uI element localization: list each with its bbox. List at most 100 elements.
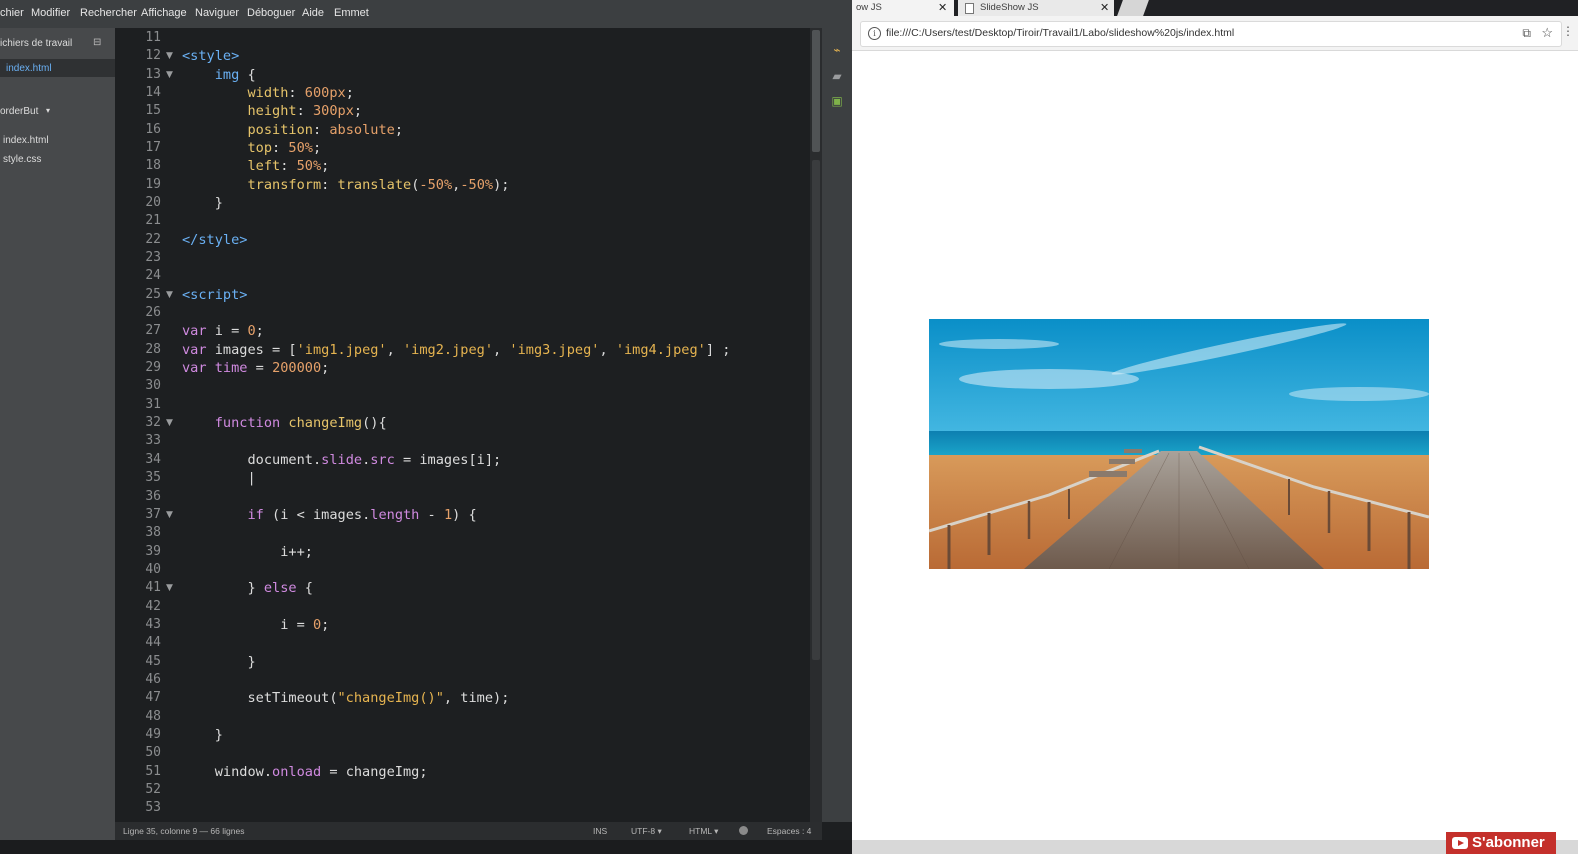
line-number: 23 xyxy=(145,250,161,266)
code-line: setTimeout("changeImg()", time); xyxy=(182,690,510,707)
live-preview-icon[interactable]: ⌁ xyxy=(830,44,844,56)
tab-close-icon[interactable]: ✕ xyxy=(938,1,947,14)
info-icon[interactable]: i xyxy=(868,27,881,40)
fold-toggle-icon[interactable]: ▼ xyxy=(166,290,173,300)
line-number: 46 xyxy=(145,671,161,687)
line-number: 51 xyxy=(145,763,161,779)
line-number: 22 xyxy=(145,231,161,247)
project-file-style[interactable]: style.css xyxy=(3,154,41,165)
tab-slideshow-previous[interactable]: ow JS ✕ xyxy=(852,0,954,16)
address-bar[interactable]: i file:///C:/Users/test/Desktop/Tiroir/T… xyxy=(860,21,1562,47)
status-bar: Ligne 35, colonne 9 — 66 lignes INS UTF-… xyxy=(115,822,822,840)
taskbar-strip xyxy=(0,840,852,854)
working-files-header: ichiers de travail xyxy=(0,38,73,49)
editor-scrollbar-thumb-secondary xyxy=(812,160,820,660)
line-number: 52 xyxy=(145,781,161,797)
editor-scrollbar-thumb[interactable] xyxy=(812,30,820,152)
code-line: } xyxy=(182,653,256,670)
new-tab-button[interactable] xyxy=(1117,0,1149,16)
tab-strip: ow JS ✕ SlideShow JS ✕ xyxy=(852,0,1578,16)
subscribe-button[interactable]: S'abonner xyxy=(1446,832,1556,854)
language-select[interactable]: HTML ▾ xyxy=(689,826,718,837)
encoding-select[interactable]: UTF-8 ▾ xyxy=(631,826,662,837)
indent-setting[interactable]: Espaces : 4 xyxy=(767,826,811,836)
right-toolbar: ⌁ ▰ ▣ xyxy=(822,28,852,822)
linter-status-icon[interactable] xyxy=(739,826,748,835)
code-line: left: 50%; xyxy=(247,158,330,175)
subscribe-label: S'abonner xyxy=(1472,834,1545,851)
tab-close-icon[interactable]: ✕ xyxy=(1100,1,1109,14)
menu-help[interactable]: Aide xyxy=(302,7,324,19)
working-file-index[interactable]: index.html xyxy=(6,63,52,74)
code-editor-window: chier Modifier Rechercher Affichage Navi… xyxy=(0,0,852,854)
split-view-icon[interactable]: ⊟ xyxy=(93,37,101,48)
line-number: 38 xyxy=(145,525,161,541)
line-number: 21 xyxy=(145,213,161,229)
line-number: 12 xyxy=(145,48,161,64)
menu-file[interactable]: chier xyxy=(0,7,24,19)
line-number: 53 xyxy=(145,800,161,816)
menu-edit[interactable]: Modifier xyxy=(31,7,70,19)
code-line: document.slide.src = images[i]; xyxy=(182,451,502,468)
menu-view[interactable]: Affichage xyxy=(141,7,187,19)
fold-toggle-icon[interactable]: ▼ xyxy=(166,510,173,520)
fold-toggle-icon[interactable]: ▼ xyxy=(166,70,173,80)
line-number: 34 xyxy=(145,451,161,467)
line-number-gutter: 11 12 ▼ 13 ▼ 14 15 16 17 18 19 20 21 22 23 24 25 ▼ 26 27 28 2… xyxy=(115,28,175,822)
code-line: } else { xyxy=(182,580,313,597)
menu-search[interactable]: Rechercher xyxy=(80,7,137,19)
project-file-index[interactable]: index.html xyxy=(3,135,49,146)
browser-window: ow JS ✕ SlideShow JS ✕ i file:///C:/User… xyxy=(852,0,1578,854)
line-number: 29 xyxy=(145,360,161,376)
project-name[interactable]: orderBut xyxy=(0,106,38,117)
menu-debug[interactable]: Déboguer xyxy=(247,7,295,19)
tab-title: SlideShow JS xyxy=(980,2,1039,13)
code-line: if (i < images.length - 1) { xyxy=(247,506,477,523)
fold-toggle-icon[interactable]: ▼ xyxy=(166,51,173,61)
code-line: transform: translate(-50%,-50%); xyxy=(247,176,510,193)
line-number: 30 xyxy=(145,378,161,394)
line-number: 28 xyxy=(145,341,161,357)
line-number: 43 xyxy=(145,616,161,632)
translate-icon[interactable]: ⧉ xyxy=(1522,26,1531,41)
page-icon xyxy=(965,3,974,14)
code-line: i++; xyxy=(182,543,313,560)
insert-mode[interactable]: INS xyxy=(593,826,607,836)
line-number: 33 xyxy=(145,433,161,449)
beach-boardwalk-picture xyxy=(929,319,1429,569)
line-number: 31 xyxy=(145,396,161,412)
line-number: 45 xyxy=(145,653,161,669)
cursor-position: Ligne 35, colonne 9 — 66 lignes xyxy=(123,826,245,836)
line-number: 36 xyxy=(145,488,161,504)
tab-slideshow[interactable]: SlideShow JS ✕ xyxy=(958,0,1114,16)
line-number: 25 xyxy=(145,286,161,302)
line-number: 27 xyxy=(145,323,161,339)
line-number: 49 xyxy=(145,726,161,742)
browser-toolbar: i file:///C:/Users/test/Desktop/Tiroir/T… xyxy=(852,16,1578,51)
line-number: 16 xyxy=(145,121,161,137)
code-line: </style> xyxy=(182,231,248,248)
fold-toggle-icon[interactable]: ▼ xyxy=(166,418,173,428)
line-number: 50 xyxy=(145,745,161,761)
extension-manager-icon[interactable]: ▰ xyxy=(830,70,844,82)
slideshow-image xyxy=(929,319,1429,569)
project-dropdown-icon[interactable]: ▾ xyxy=(46,106,50,115)
url-text[interactable]: file:///C:/Users/test/Desktop/Tiroir/Tra… xyxy=(886,27,1234,39)
code-area[interactable]: 11 12 ▼ 13 ▼ 14 15 16 17 18 19 20 21 22 23 24 25 ▼ 26 27 28 2… xyxy=(115,28,810,822)
extension-icon[interactable]: ▣ xyxy=(830,95,844,107)
youtube-play-icon xyxy=(1452,837,1468,849)
line-number: 37 xyxy=(145,506,161,522)
browser-menu-icon[interactable]: ⋮ xyxy=(1562,24,1574,38)
fold-toggle-icon[interactable]: ▼ xyxy=(166,583,173,593)
line-number: 19 xyxy=(145,176,161,192)
menu-navigate[interactable]: Naviguer xyxy=(195,7,239,19)
menu-emmet[interactable]: Emmet xyxy=(334,7,369,19)
code-line: height: 300px; xyxy=(247,103,363,120)
line-number: 15 xyxy=(145,103,161,119)
bookmark-star-icon[interactable]: ☆ xyxy=(1541,25,1553,41)
line-number: 39 xyxy=(145,543,161,559)
line-number: 44 xyxy=(145,635,161,651)
line-number: 32 xyxy=(145,415,161,431)
menu-bar: chier Modifier Rechercher Affichage Navi… xyxy=(0,0,852,28)
line-number: 47 xyxy=(145,690,161,706)
